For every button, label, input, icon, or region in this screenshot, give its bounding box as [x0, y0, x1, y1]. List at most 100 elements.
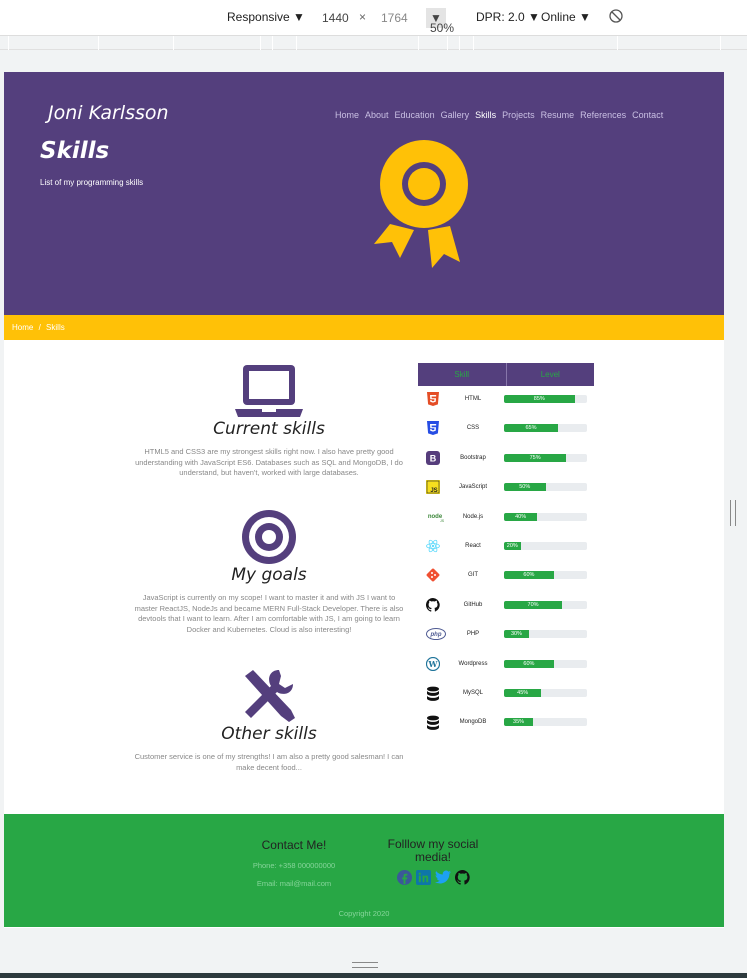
- svg-text:B: B: [430, 453, 437, 463]
- nav-education[interactable]: Education: [395, 110, 435, 120]
- skill-progress-fill: 40%: [504, 512, 538, 521]
- breadcrumb-current: Skills: [46, 323, 65, 332]
- nav-about[interactable]: About: [365, 110, 389, 120]
- width-input[interactable]: 1440: [322, 8, 349, 28]
- page-viewport: Joni Karlsson Home About Education Galle…: [4, 72, 724, 928]
- current-skills-section: Current skills HTML5 and CSS3 are my str…: [134, 363, 404, 479]
- skill-progress-bar: 45%: [504, 688, 587, 697]
- nav-skills[interactable]: Skills: [475, 110, 496, 120]
- skills-table-header: Skill Level: [418, 363, 594, 386]
- svg-text:php: php: [430, 632, 442, 638]
- skill-row: php PHP 30%: [418, 621, 594, 650]
- skill-progress-bar: 20%: [504, 541, 587, 550]
- level-column-header: Level: [540, 370, 560, 379]
- device-select[interactable]: Responsive ▼: [227, 10, 305, 24]
- media-query-ruler: [0, 36, 747, 50]
- section-heading: My goals: [231, 565, 307, 585]
- skill-row: React 20%: [418, 533, 594, 562]
- nav-contact[interactable]: Contact: [632, 110, 663, 120]
- section-heading: Other skills: [221, 724, 317, 744]
- mongodb-icon: [426, 715, 440, 731]
- breadcrumb: Home / Skills: [4, 315, 724, 340]
- skill-name: GitHub: [463, 601, 483, 608]
- nav-references[interactable]: References: [580, 110, 626, 120]
- skill-row: B Bootstrap 75%: [418, 445, 594, 474]
- github-icon[interactable]: [454, 870, 470, 885]
- skill-progress-bar: 85%: [504, 395, 587, 403]
- skill-progress-fill: 60%: [504, 659, 554, 668]
- skill-progress-bar: 65%: [504, 424, 587, 433]
- hero-header: Joni Karlsson Home About Education Galle…: [4, 72, 724, 315]
- skill-row: W Wordpress 60%: [418, 651, 594, 680]
- target-icon: [242, 510, 296, 564]
- skill-name: Bootstrap: [460, 454, 486, 461]
- window-bottom-edge: [0, 973, 747, 978]
- main-nav: Home About Education Gallery Skills Proj…: [335, 110, 669, 120]
- social-title: Folllow my social media!: [387, 837, 479, 864]
- bottom-resize-handle[interactable]: [352, 962, 378, 968]
- svg-text:W: W: [428, 659, 439, 669]
- nodejs-icon: node JS: [426, 510, 445, 524]
- skill-progress-fill: 35%: [504, 718, 534, 727]
- breadcrumb-home[interactable]: Home: [12, 323, 33, 332]
- nav-resume[interactable]: Resume: [541, 110, 575, 120]
- dimension-separator: ×: [359, 10, 367, 24]
- zoom-select[interactable]: 50% ▼: [426, 8, 454, 35]
- skill-row: node JS Node.js 40%: [418, 504, 594, 533]
- skill-row: JS JavaScript 50%: [418, 474, 594, 503]
- bootstrap-icon: B: [426, 450, 440, 465]
- nav-home[interactable]: Home: [335, 110, 359, 120]
- skill-row: GIT 60%: [418, 562, 594, 591]
- skill-progress-fill: 85%: [504, 395, 575, 403]
- section-text: Customer service is one of my strengths!…: [134, 752, 404, 772]
- skill-row: GitHub 70%: [418, 592, 594, 621]
- css3-icon: [426, 421, 440, 436]
- page-title: Skills: [40, 138, 110, 164]
- skill-name: MongoDB: [459, 719, 487, 726]
- facebook-icon[interactable]: [396, 870, 412, 885]
- php-icon: php: [426, 627, 446, 641]
- skill-name: HTML: [464, 396, 482, 402]
- height-input[interactable]: 1764: [381, 8, 408, 28]
- footer-social: Folllow my social media!: [378, 838, 488, 885]
- skill-progress-bar: 70%: [504, 600, 587, 609]
- skill-row: MongoDB 35%: [418, 709, 594, 738]
- linkedin-icon[interactable]: [415, 870, 431, 885]
- nav-gallery[interactable]: Gallery: [441, 110, 470, 120]
- mysql-icon: [426, 686, 440, 701]
- nav-projects[interactable]: Projects: [502, 110, 535, 120]
- section-heading: Current skills: [213, 419, 325, 439]
- skill-progress-fill: 65%: [504, 424, 558, 433]
- svg-text:JS: JS: [430, 488, 437, 494]
- dpr-select[interactable]: DPR: 2.0 ▼: [476, 10, 540, 24]
- contact-email: Email: mail@mail.com: [256, 879, 332, 888]
- network-select[interactable]: Online ▼: [541, 10, 591, 24]
- skill-name: CSS: [466, 425, 480, 432]
- skill-progress-fill: 20%: [504, 541, 521, 550]
- skill-name: JavaScript: [458, 484, 487, 491]
- skill-progress-fill: 75%: [504, 453, 567, 462]
- brand-logo[interactable]: Joni Karlsson: [48, 102, 169, 124]
- skill-progress-bar: 50%: [504, 483, 587, 492]
- footer: Contact Me! Phone: +358 000000000 Email:…: [4, 814, 724, 927]
- react-icon: [426, 539, 440, 553]
- skill-progress-bar: 35%: [504, 718, 587, 727]
- skill-name: React: [465, 542, 481, 549]
- contact-title: Contact Me!: [261, 838, 327, 852]
- twitter-icon[interactable]: [434, 870, 451, 885]
- rotate-icon[interactable]: [609, 9, 623, 26]
- github-icon: [425, 597, 440, 612]
- viewport-resize-handle[interactable]: [730, 500, 736, 526]
- html5-icon: [426, 392, 440, 406]
- section-text: HTML5 and CSS3 are my strongest skills r…: [135, 447, 403, 477]
- skill-name: Wordpress: [458, 660, 488, 667]
- skill-name: MySQL: [462, 689, 483, 696]
- page-subtitle: List of my programming skills: [40, 178, 144, 187]
- skill-name: PHP: [466, 631, 480, 638]
- my-goals-section: My goals JavaScript is currently on my s…: [134, 509, 404, 635]
- device-toolbar: Responsive ▼ 1440 × 1764 50% ▼ DPR: 2.0 …: [0, 0, 747, 36]
- skill-row: HTML 85%: [418, 386, 594, 415]
- skill-progress-fill: 60%: [504, 571, 554, 580]
- skills-table: Skill Level HTML 85% CSS 65% B Bootstrap 75% JS…: [418, 363, 594, 739]
- copyright: Copyright 2020: [338, 909, 390, 918]
